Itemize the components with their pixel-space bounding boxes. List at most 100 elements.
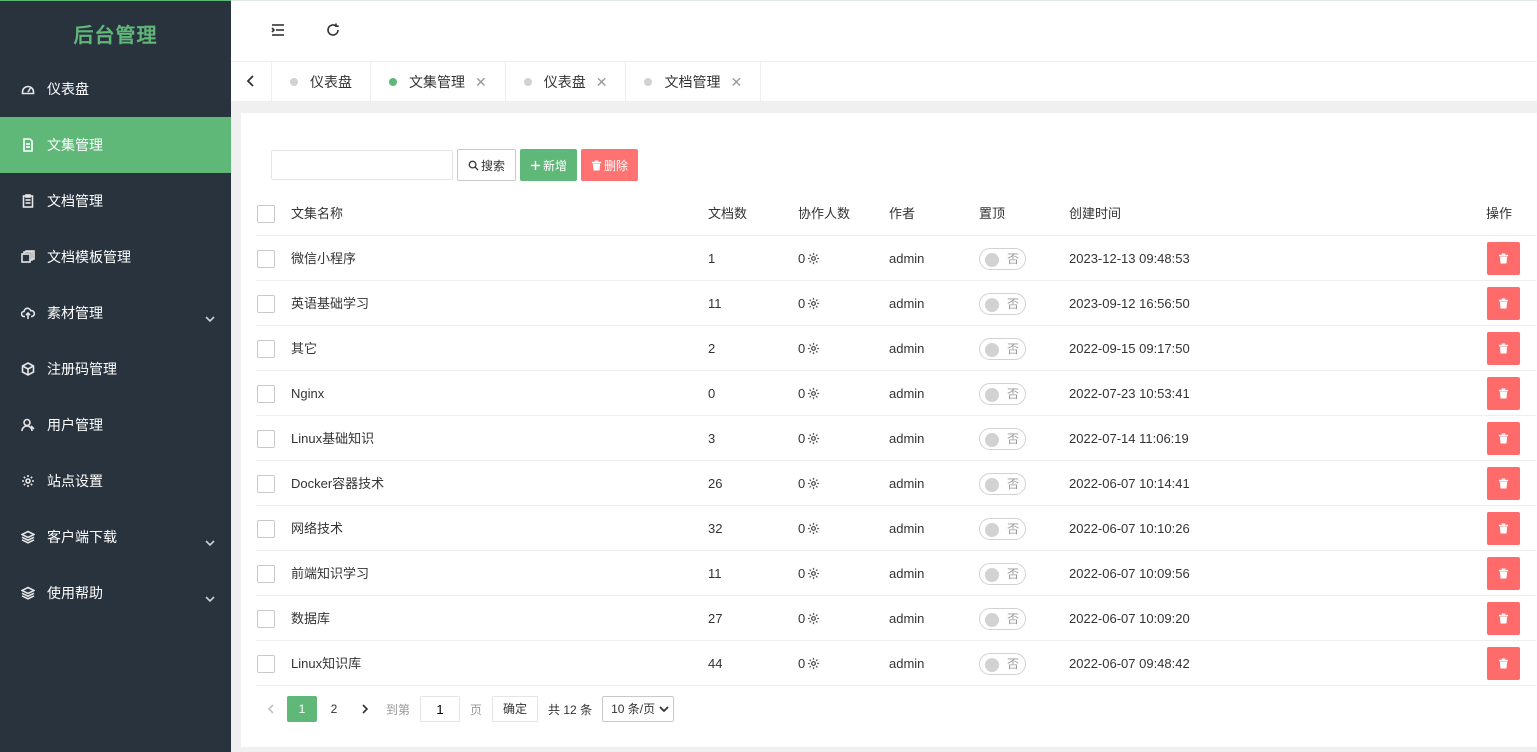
pin-toggle[interactable]: 否 <box>979 428 1026 450</box>
sidebar-nav: 仪表盘 文集管理 文档管理文档模板管理素材管理注册码管理用户管理 站点设置 客户端下载使… <box>0 61 231 621</box>
collection-name: 网络技术 <box>291 521 344 536</box>
gear-icon[interactable] <box>807 643 820 670</box>
batch-delete-button-label: 删除 <box>603 158 628 173</box>
tab-3[interactable]: 文档管理 ✕ <box>626 62 762 102</box>
sidebar-item-5[interactable]: 注册码管理 <box>0 341 231 397</box>
menu-toggle-button[interactable] <box>268 21 288 41</box>
row-checkbox[interactable] <box>257 565 275 583</box>
row-delete-button[interactable] <box>1487 422 1520 455</box>
row-checkbox[interactable] <box>257 340 275 358</box>
sidebar-item-0[interactable]: 仪表盘 <box>0 61 231 117</box>
author: admin <box>889 521 925 536</box>
tab-1[interactable]: 文集管理 ✕ <box>371 62 506 102</box>
prev-page-button[interactable] <box>256 696 286 722</box>
pin-toggle[interactable]: 否 <box>979 473 1026 495</box>
gear-icon[interactable] <box>807 508 820 535</box>
sidebar-item-6[interactable]: 用户管理 <box>0 397 231 453</box>
page-number-button[interactable]: 2 <box>319 696 349 722</box>
row-delete-button[interactable] <box>1487 557 1520 590</box>
pin-toggle[interactable]: 否 <box>979 608 1026 630</box>
gear-icon[interactable] <box>807 238 820 265</box>
tab-2[interactable]: 仪表盘 ✕ <box>506 62 627 102</box>
gear-icon[interactable] <box>807 418 820 445</box>
sidebar-item-1[interactable]: 文集管理 <box>0 117 231 173</box>
row-checkbox[interactable] <box>257 385 275 403</box>
gear-icon[interactable] <box>807 283 820 310</box>
goto-confirm-button[interactable]: 确定 <box>492 696 539 722</box>
sidebar-item-2[interactable]: 文档管理 <box>0 173 231 229</box>
gear-icon[interactable] <box>807 553 820 580</box>
row-delete-button[interactable] <box>1487 332 1520 365</box>
sidebar-item-7[interactable]: 站点设置 <box>0 453 231 509</box>
row-checkbox[interactable] <box>257 295 275 313</box>
collection-name: 前端知识学习 <box>291 566 370 581</box>
pin-toggle[interactable]: 否 <box>979 338 1026 360</box>
row-delete-button[interactable] <box>1487 242 1520 275</box>
page-number-button[interactable]: 1 <box>287 696 317 722</box>
pin-toggle[interactable]: 否 <box>979 293 1026 315</box>
app-logo: 后台管理 <box>73 25 158 47</box>
chevron-left-icon <box>245 74 257 90</box>
gear-icon[interactable] <box>807 373 820 400</box>
trash-icon <box>1498 658 1509 669</box>
tab-scroll-left-button[interactable] <box>231 62 272 102</box>
sidebar-item-3[interactable]: 文档模板管理 <box>0 229 231 285</box>
gear-icon[interactable] <box>807 328 820 355</box>
row-delete-button[interactable] <box>1487 377 1520 410</box>
next-page-button[interactable] <box>350 696 380 722</box>
created-time: 2022-06-07 10:09:20 <box>1069 611 1190 626</box>
row-checkbox[interactable] <box>257 655 275 673</box>
close-icon[interactable]: ✕ <box>475 74 487 91</box>
row-checkbox[interactable] <box>257 610 275 628</box>
row-checkbox[interactable] <box>257 475 275 493</box>
column-header-name: 文集名称 <box>291 206 344 221</box>
doc-count: 11 <box>708 566 722 581</box>
doc-count: 27 <box>708 611 723 626</box>
search-button[interactable]: 搜索 <box>457 149 516 181</box>
add-button[interactable]: 新增 <box>520 149 577 181</box>
pin-toggle[interactable]: 否 <box>979 563 1026 585</box>
gear-icon[interactable] <box>807 463 820 490</box>
page-unit-label: 页 <box>470 702 483 717</box>
pin-toggle[interactable]: 否 <box>979 248 1026 270</box>
table-row: Nginx 0 0 admin 否 2022-07-23 10:53:41 <box>256 371 1536 416</box>
row-delete-button[interactable] <box>1487 602 1520 635</box>
close-icon[interactable]: ✕ <box>730 74 742 91</box>
sidebar-item-label: 文档模板管理 <box>47 249 131 265</box>
sidebar-item-label: 注册码管理 <box>47 361 117 377</box>
row-checkbox[interactable] <box>257 250 275 268</box>
row-delete-button[interactable] <box>1487 287 1520 320</box>
row-checkbox[interactable] <box>257 430 275 448</box>
sidebar-item-4[interactable]: 素材管理 <box>0 285 231 341</box>
row-checkbox[interactable] <box>257 520 275 538</box>
sidebar: 后台管理 仪表盘 文集管理 文档管理文档模板管理素材管理注册码管理用户管理 站点设置客… <box>0 0 231 752</box>
chevron-down-icon <box>659 706 669 713</box>
close-icon[interactable]: ✕ <box>596 74 608 91</box>
sidebar-item-9[interactable]: 使用帮助 <box>0 565 231 621</box>
pin-toggle[interactable]: 否 <box>979 518 1026 540</box>
goto-page-input[interactable] <box>420 696 461 722</box>
row-delete-button[interactable] <box>1487 467 1520 500</box>
search-input[interactable] <box>271 150 453 180</box>
content-card: 搜索 新增 删除 文集名称 文档数 协作人数 作者 置顶 创建时间 操作 微信小… <box>241 113 1537 747</box>
page-size-select[interactable]: 10 条/页 <box>602 696 675 722</box>
cloud-upload-icon <box>20 305 36 321</box>
gear-icon[interactable] <box>807 598 820 625</box>
tab-0[interactable]: 仪表盘 <box>272 62 371 102</box>
author: admin <box>889 251 925 266</box>
select-all-checkbox[interactable] <box>257 205 275 223</box>
sidebar-item-8[interactable]: 客户端下载 <box>0 509 231 565</box>
top-header <box>231 0 1537 62</box>
toggle-text: 否 <box>1007 387 1020 401</box>
chevron-right-icon <box>362 704 369 714</box>
author: admin <box>889 431 925 446</box>
pin-toggle[interactable]: 否 <box>979 653 1026 675</box>
batch-delete-button[interactable]: 删除 <box>581 149 638 181</box>
created-time: 2022-06-07 10:09:56 <box>1069 566 1190 581</box>
toggle-text: 否 <box>1007 612 1020 626</box>
row-delete-button[interactable] <box>1487 512 1520 545</box>
pin-toggle[interactable]: 否 <box>979 383 1026 405</box>
refresh-button[interactable] <box>323 21 343 41</box>
row-delete-button[interactable] <box>1487 647 1520 680</box>
collaborator-cell: 0 <box>798 596 820 641</box>
